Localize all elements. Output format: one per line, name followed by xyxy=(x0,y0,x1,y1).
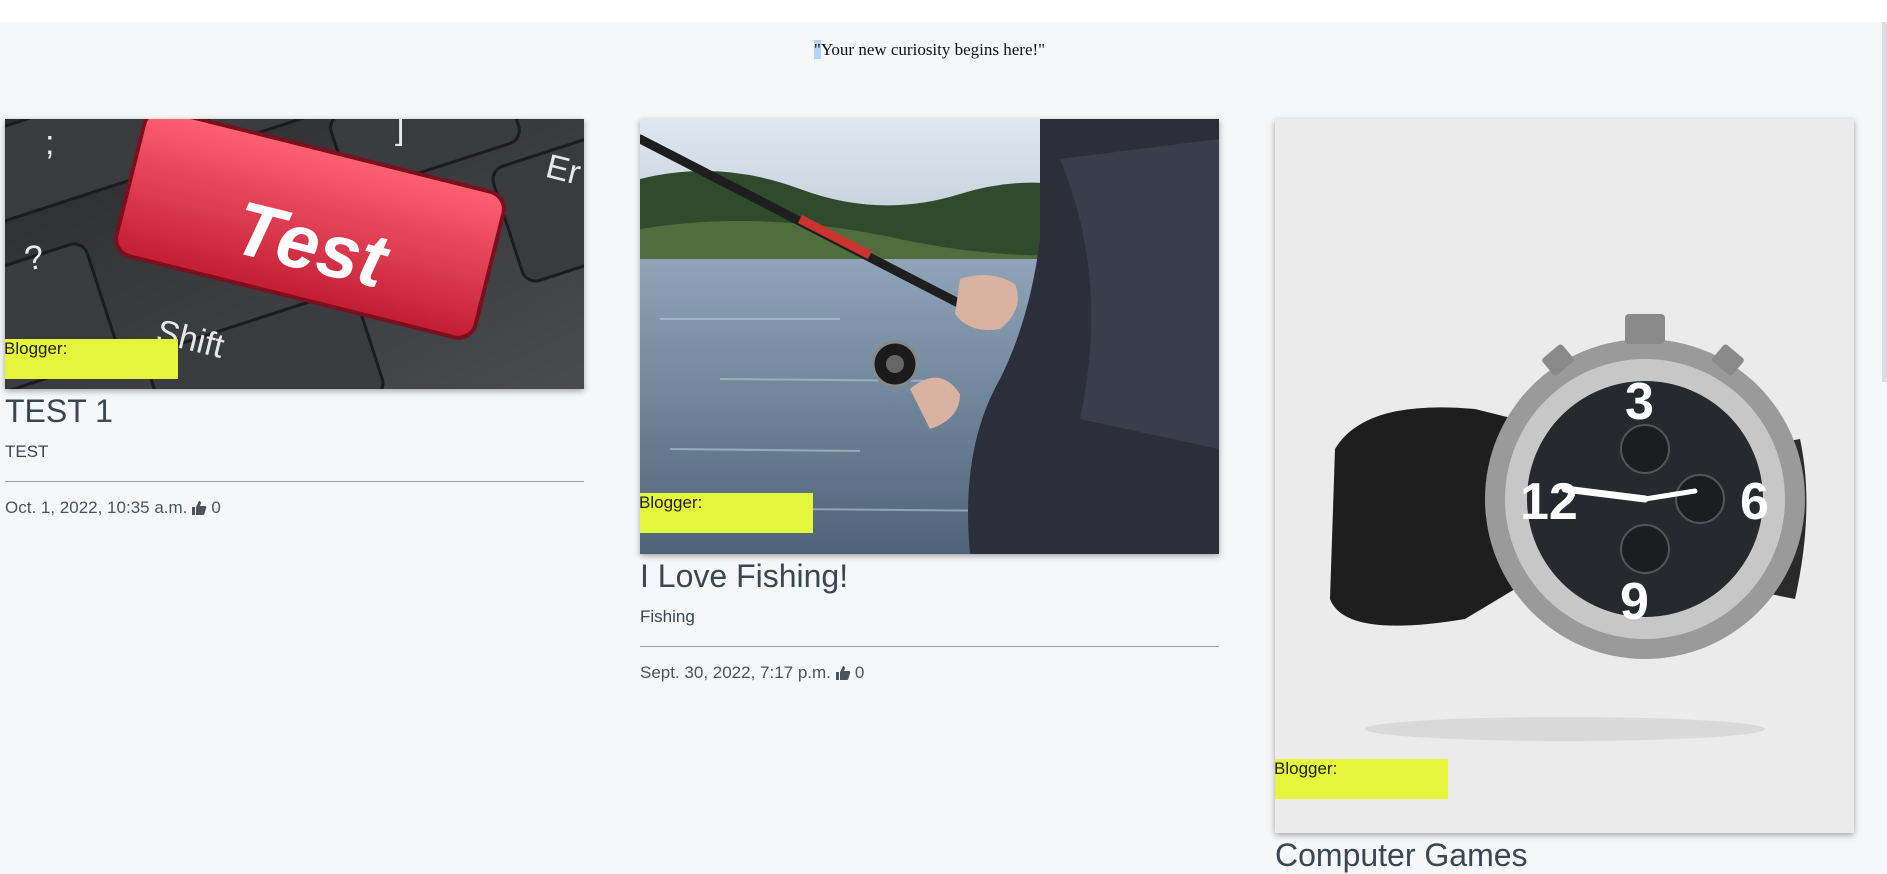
top-bar xyxy=(0,0,1887,22)
svg-text:;: ; xyxy=(45,124,54,162)
thumbs-up-icon[interactable] xyxy=(191,500,207,516)
post-category: TEST xyxy=(5,442,49,461)
post-meta: Oct. 1, 2022, 10:35 a.m. 0 xyxy=(5,498,584,518)
site-tagline: "Your new curiosity begins here!" xyxy=(0,40,1859,60)
post-title[interactable]: TEST 1 xyxy=(5,393,584,430)
scrollbar[interactable] xyxy=(1882,22,1887,382)
post-card[interactable]: Blogger: I Love Fishing! Fishing Sept. 3… xyxy=(640,119,1219,683)
post-date: Oct. 1, 2022, 10:35 a.m. xyxy=(5,498,188,517)
svg-text:]: ] xyxy=(395,119,404,147)
blogger-badge: Blogger: xyxy=(5,339,178,379)
fishing-rod-lake-photo-icon xyxy=(640,119,1219,554)
svg-text:6: 6 xyxy=(1740,473,1769,531)
post-card[interactable]: Test Shift ? Er ] ; Blogger: TEST 1 TEST… xyxy=(5,119,584,518)
svg-text:9: 9 xyxy=(1620,573,1649,631)
post-meta: Sept. 30, 2022, 7:17 p.m. 0 xyxy=(640,663,1219,683)
post-image[interactable]: Test Shift ? Er ] ; Blogger: xyxy=(5,119,584,389)
blogger-badge: Blogger: xyxy=(640,493,813,533)
svg-text:3: 3 xyxy=(1625,373,1654,431)
wristwatch-photo-icon: 3 6 9 12 xyxy=(1275,119,1854,833)
svg-text:12: 12 xyxy=(1520,473,1578,531)
like-count: 0 xyxy=(211,498,221,517)
post-category: Fishing xyxy=(640,607,695,626)
thumbs-up-icon[interactable] xyxy=(835,665,851,681)
card-divider xyxy=(5,481,584,482)
post-title[interactable]: Computer Games xyxy=(1275,837,1854,874)
post-image[interactable]: 3 6 9 12 Blogger: xyxy=(1275,119,1854,833)
card-divider xyxy=(640,646,1219,647)
post-date: Sept. 30, 2022, 7:17 p.m. xyxy=(640,663,831,682)
blogger-badge: Blogger: xyxy=(1275,759,1448,799)
like-count: 0 xyxy=(854,663,865,682)
post-card[interactable]: 3 6 9 12 Blogger: Computer Games xyxy=(1275,119,1854,874)
tagline-text: Your new curiosity begins here!" xyxy=(820,40,1046,59)
tagline-open-quote: " xyxy=(813,40,821,59)
post-image[interactable]: Blogger: xyxy=(640,119,1219,554)
post-title[interactable]: I Love Fishing! xyxy=(640,558,1219,595)
